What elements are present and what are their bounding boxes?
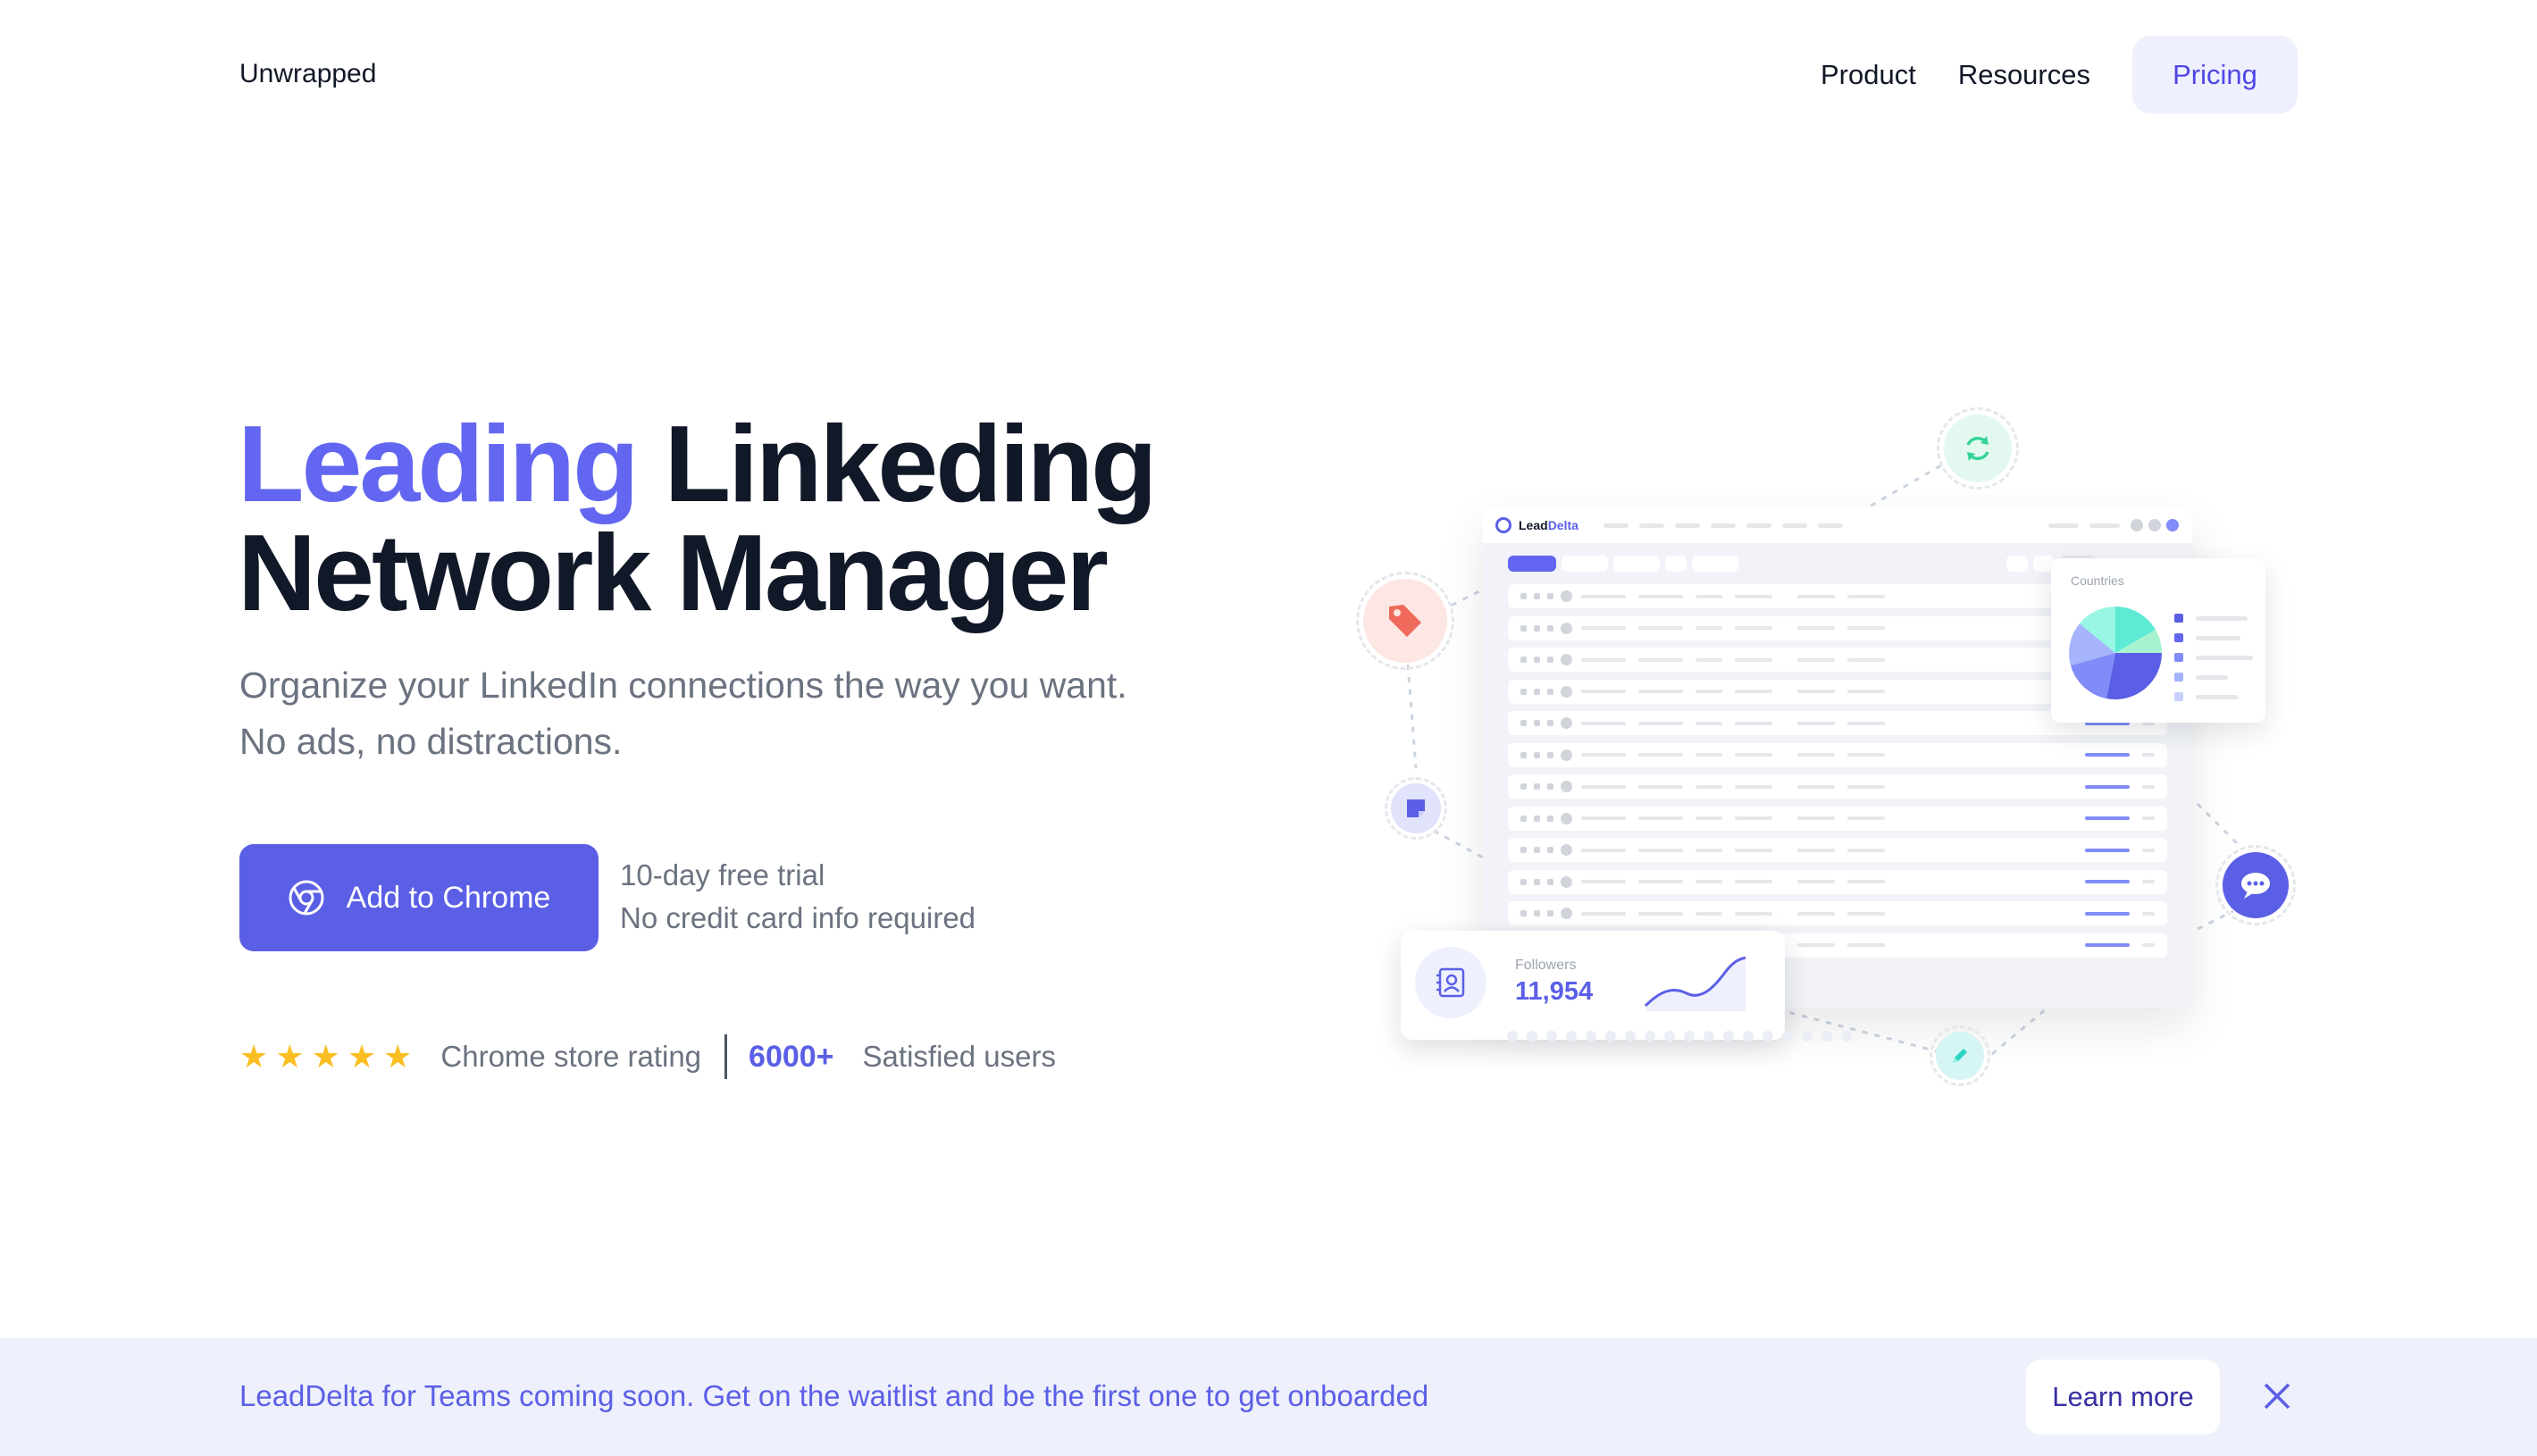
cta-label: Add to Chrome [346,880,551,915]
rating-label: Chrome store rating [440,1040,702,1073]
rating-row: ★ ★ ★ ★ ★ Chrome store rating 6000+ Sati… [239,1034,1056,1079]
app-brand: LeadDelta [1519,518,1578,532]
star-icon: ★ [383,1038,413,1075]
nav-product[interactable]: Product [1821,59,1916,91]
trial-line-1: 10-day free trial [620,858,825,891]
dot-pattern [1507,1031,1852,1042]
table-row [1508,774,2167,799]
table-row [1508,901,2167,925]
app-topbar: LeadDelta [1483,507,2192,543]
users-count: 6000+ [749,1039,834,1074]
banner-text: LeadDelta for Teams coming soon. Get on … [239,1379,1429,1412]
app-logo-icon [1495,517,1511,533]
table-row [1508,838,2167,862]
chrome-icon [289,880,324,916]
headline-accent: Leading [238,403,640,524]
note-icon [1391,783,1441,833]
nav-pricing-button[interactable]: Pricing [2132,36,2298,113]
landing-page: Unwrapped Product Resources Pricing Lead… [0,0,2537,1456]
users-label: Satisfied users [862,1040,1056,1073]
headline-line2: Network Manager [238,512,1109,633]
rating-divider [724,1034,728,1079]
teams-banner: LeadDelta for Teams coming soon. Get on … [0,1338,2537,1456]
add-to-chrome-button[interactable]: Add to Chrome [239,844,599,951]
learn-more-button[interactable]: Learn more [2026,1360,2220,1435]
hero-subtitle: Organize your LinkedIn connections the w… [239,665,1127,762]
tag-icon [1363,579,1447,663]
hero-headline: Leading Linkeding Network Manager [238,409,1158,627]
followers-value: 11,954 [1515,977,1594,1006]
star-icon: ★ [347,1038,377,1075]
trial-info: 10-day free trial No credit card info re… [620,854,975,940]
star-icon: ★ [311,1038,340,1075]
star-icon: ★ [239,1038,269,1075]
pie-chart-icon [2069,607,2162,699]
table-row [1508,806,2167,831]
countries-card: Countries [2051,558,2265,723]
nav-resources[interactable]: Resources [1958,59,2090,91]
pencil-icon [1936,1032,1984,1080]
star-rating: ★ ★ ★ ★ ★ [239,1041,419,1073]
followers-trend-icon [1644,956,1746,1011]
trial-line-2: No credit card info required [620,901,976,934]
close-icon[interactable] [2258,1377,2296,1415]
sync-icon [1944,414,2012,482]
table-row [1508,869,2167,894]
contacts-icon [1415,947,1486,1018]
followers-label: Followers [1515,958,1577,973]
countries-title: Countries [2071,573,2124,588]
hero-illustration: LeadDelta Countries Followers 11,954 [1340,393,2323,1108]
headline-rest: Linkeding [664,403,1158,524]
table-row [1508,742,2167,767]
site-logo[interactable]: Unwrapped [239,59,376,89]
star-icon: ★ [275,1038,305,1075]
main-nav: Product Resources Pricing [1821,36,2298,113]
chat-icon[interactable] [2223,852,2289,918]
